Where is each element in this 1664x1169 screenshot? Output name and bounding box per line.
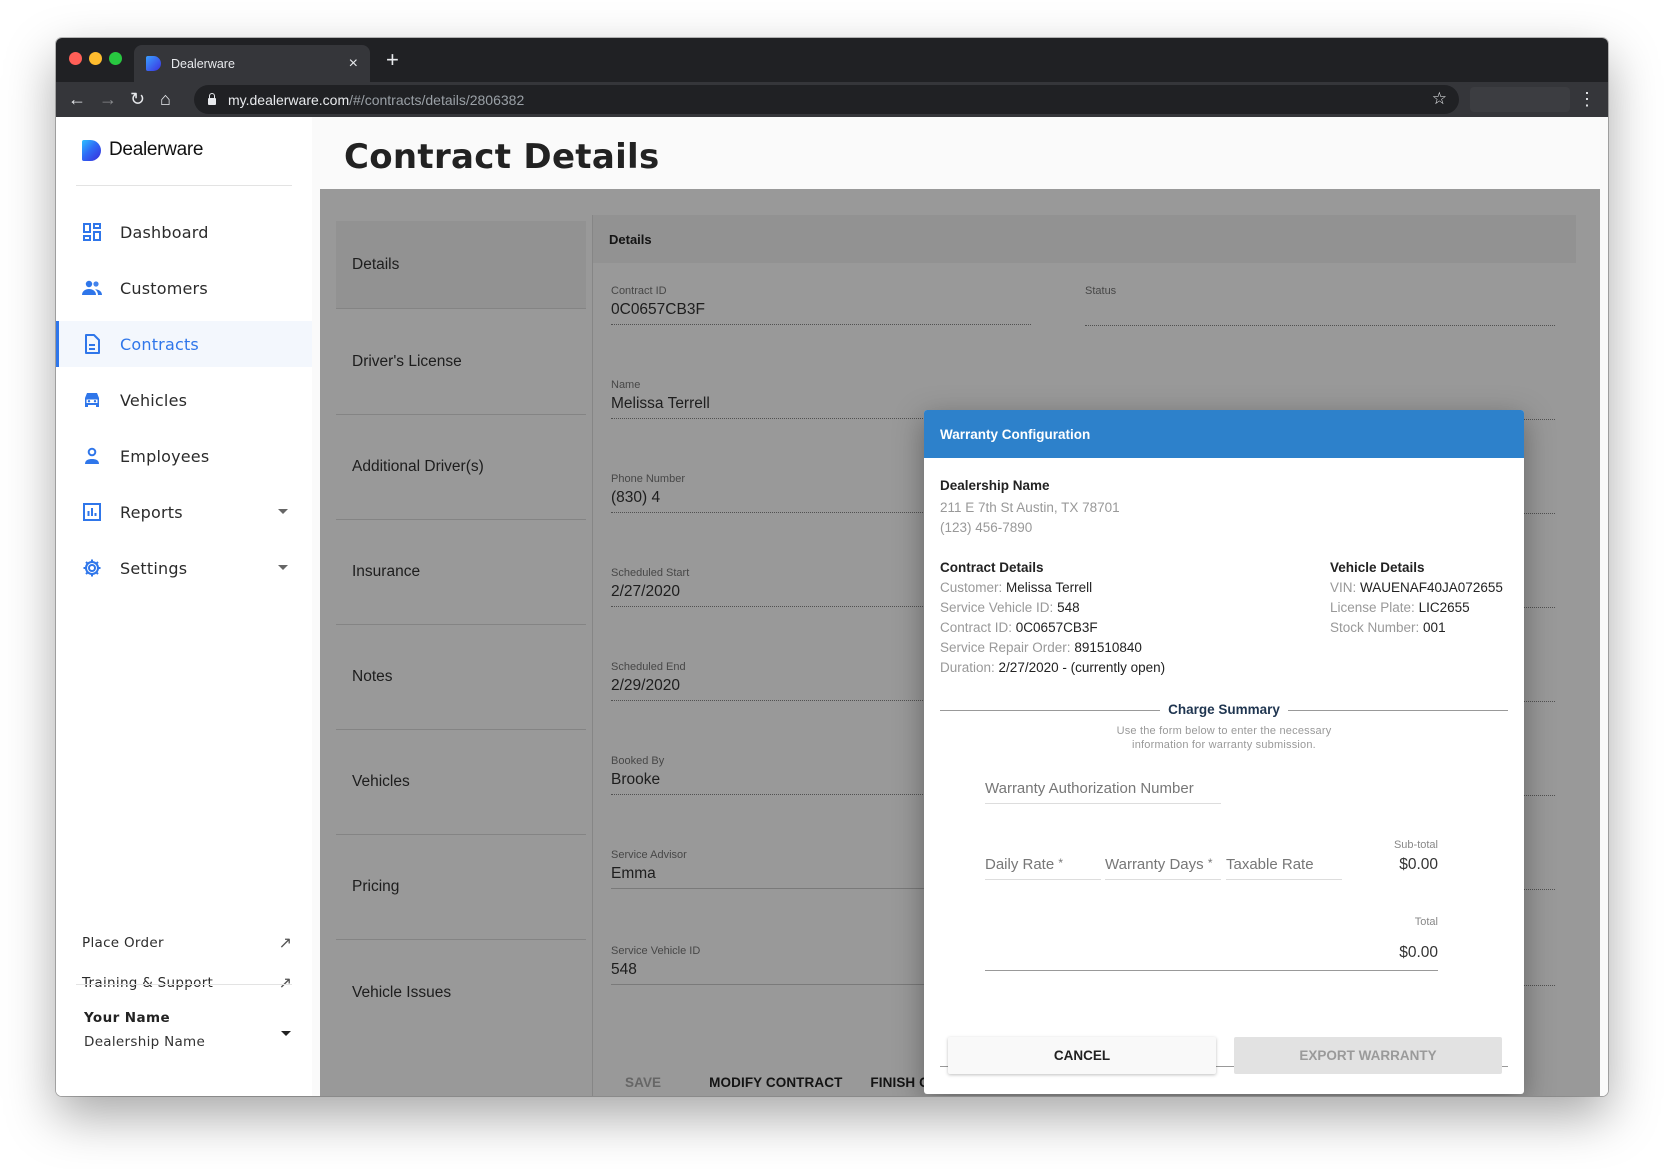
detail-row: VIN: WAUENAF40JA072655 bbox=[1330, 580, 1503, 595]
detail-row: Stock Number: 001 bbox=[1330, 620, 1446, 635]
cancel-button[interactable]: CANCEL bbox=[948, 1037, 1216, 1074]
user-dealership: Dealership Name bbox=[84, 1034, 206, 1050]
bar-chart-icon bbox=[82, 502, 102, 522]
maximize-window-button[interactable] bbox=[109, 52, 122, 65]
sidebar: Dealerware Dashboard Customers Contracts… bbox=[56, 117, 312, 1096]
close-window-button[interactable] bbox=[69, 52, 82, 65]
user-menu[interactable]: Your Name Dealership Name bbox=[84, 1010, 205, 1050]
contract-document-icon bbox=[82, 334, 102, 354]
sidebar-item-customers[interactable]: Customers bbox=[56, 265, 312, 311]
chevron-down-icon[interactable] bbox=[278, 565, 288, 570]
forward-arrow-icon[interactable]: → bbox=[99, 88, 117, 110]
bookmark-star-icon[interactable]: ☆ bbox=[1432, 89, 1447, 109]
charge-summary-help: Use the form below to enter the necessar… bbox=[1116, 725, 1332, 751]
gear-icon bbox=[82, 558, 102, 578]
contract-details-section: Contract Details Customer: Melissa Terre… bbox=[940, 560, 1165, 678]
tab-title: Dealerware bbox=[171, 56, 235, 71]
dealership-info: Dealership Name 211 E 7th St Austin, TX … bbox=[940, 478, 1120, 538]
dialog-title: Warranty Configuration bbox=[924, 410, 1524, 458]
url-host: my.dealerware.com bbox=[228, 91, 350, 108]
charge-summary-heading: Charge Summary bbox=[924, 701, 1524, 719]
sidebar-item-dashboard[interactable]: Dashboard bbox=[56, 209, 312, 255]
dealerware-favicon-icon bbox=[146, 56, 161, 71]
detail-row: License Plate: LIC2655 bbox=[1330, 600, 1470, 615]
browser-window: Dealerware × + ← → ↻ ⌂ my.dealerware.com… bbox=[56, 38, 1608, 1096]
sidebar-item-employees[interactable]: Employees bbox=[56, 433, 312, 479]
chevron-down-icon[interactable] bbox=[278, 509, 288, 514]
detail-row: Duration: 2/27/2020 - (currently open) bbox=[940, 660, 1166, 675]
warranty-configuration-dialog: Warranty Configuration Dealership Name 2… bbox=[924, 410, 1524, 1094]
contract-details-heading: Contract Details bbox=[940, 560, 1044, 575]
sidebar-divider bbox=[76, 984, 292, 985]
sidebar-item-vehicles[interactable]: Vehicles bbox=[56, 377, 312, 423]
taxable-rate-input[interactable]: Taxable Rate bbox=[1226, 856, 1342, 880]
url-path: /#/contracts/details/2806382 bbox=[349, 91, 525, 108]
dealership-phone: (123) 456-7890 bbox=[940, 520, 1033, 535]
url-input[interactable]: my.dealerware.com/#/contracts/details/28… bbox=[194, 85, 1459, 114]
person-icon bbox=[82, 446, 102, 466]
detail-row: Contract ID: 0C0657CB3F bbox=[940, 620, 1098, 635]
sidebar-item-label: Vehicles bbox=[120, 390, 188, 410]
training-support-label: Training & Support bbox=[82, 975, 214, 991]
brand-logo[interactable]: Dealerware bbox=[82, 139, 203, 161]
minimize-window-button[interactable] bbox=[89, 52, 102, 65]
place-order-label: Place Order bbox=[82, 935, 164, 951]
contract-content: Details Driver's License Additional Driv… bbox=[320, 189, 1600, 1096]
lock-icon bbox=[208, 92, 216, 105]
browser-menu-icon[interactable]: ⋮ bbox=[1578, 88, 1596, 110]
detail-row: Service Vehicle ID: 548 bbox=[940, 600, 1080, 615]
subtotal-value: $0.00 bbox=[1399, 856, 1438, 873]
app: Dealerware Dashboard Customers Contracts… bbox=[56, 117, 1608, 1096]
new-tab-icon[interactable]: + bbox=[386, 49, 399, 71]
sidebar-item-reports[interactable]: Reports bbox=[56, 489, 312, 535]
training-support-link[interactable]: Training & Support ↗ bbox=[82, 973, 292, 993]
sidebar-item-label: Contracts bbox=[120, 334, 199, 354]
brand-name: Dealerware bbox=[109, 139, 204, 160]
page-title: Contract Details bbox=[344, 137, 660, 177]
sidebar-item-label: Reports bbox=[120, 502, 183, 522]
total-divider bbox=[985, 970, 1438, 971]
total-value: $0.00 bbox=[1399, 944, 1438, 961]
detail-row: Service Repair Order: 891510840 bbox=[940, 640, 1142, 655]
external-arrow-icon: ↗ bbox=[278, 975, 292, 992]
back-arrow-icon[interactable]: ← bbox=[68, 88, 86, 110]
chevron-down-icon[interactable] bbox=[281, 1031, 291, 1036]
daily-rate-input[interactable]: Daily Rate * bbox=[985, 856, 1101, 880]
browser-tab[interactable]: Dealerware × bbox=[134, 45, 370, 82]
reload-icon[interactable]: ↻ bbox=[130, 88, 145, 110]
dashboard-icon bbox=[82, 222, 102, 242]
address-bar: ← → ↻ ⌂ my.dealerware.com/#/contracts/de… bbox=[56, 82, 1608, 117]
sidebar-item-settings[interactable]: Settings bbox=[56, 545, 312, 591]
total-label: Total bbox=[1414, 916, 1438, 928]
vehicle-details-heading: Vehicle Details bbox=[1330, 560, 1425, 575]
dealership-address: 211 E 7th St Austin, TX 78701 bbox=[940, 500, 1120, 515]
sidebar-item-label: Dashboard bbox=[120, 222, 209, 242]
sidebar-divider bbox=[76, 185, 292, 186]
main-content: Contract Details Details Driver's Licens… bbox=[312, 117, 1608, 1096]
sidebar-item-contracts[interactable]: Contracts bbox=[56, 321, 312, 367]
home-icon[interactable]: ⌂ bbox=[160, 88, 171, 110]
car-icon bbox=[82, 390, 102, 410]
customers-icon bbox=[82, 278, 102, 298]
external-arrow-icon: ↗ bbox=[278, 935, 292, 952]
place-order-link[interactable]: Place Order ↗ bbox=[82, 933, 292, 953]
user-name: Your Name bbox=[84, 1010, 171, 1026]
subtotal-label: Sub-total bbox=[1393, 839, 1438, 851]
sidebar-item-label: Settings bbox=[120, 558, 188, 578]
export-warranty-button[interactable]: EXPORT WARRANTY bbox=[1234, 1037, 1502, 1074]
dealerware-logo-icon bbox=[82, 139, 101, 161]
detail-row: Customer: Melissa Terrell bbox=[940, 580, 1093, 595]
dealership-heading: Dealership Name bbox=[940, 478, 1050, 493]
sidebar-item-label: Customers bbox=[120, 278, 208, 298]
warranty-authorization-number-input[interactable]: Warranty Authorization Number bbox=[985, 780, 1221, 804]
extensions-area bbox=[1470, 87, 1570, 112]
close-tab-icon[interactable]: × bbox=[349, 55, 358, 72]
sidebar-item-label: Employees bbox=[120, 446, 210, 466]
browser-tab-bar: Dealerware × + bbox=[56, 38, 1608, 82]
vehicle-details-section: Vehicle Details VIN: WAUENAF40JA072655 L… bbox=[1330, 560, 1503, 638]
warranty-days-input[interactable]: Warranty Days * bbox=[1105, 856, 1221, 880]
